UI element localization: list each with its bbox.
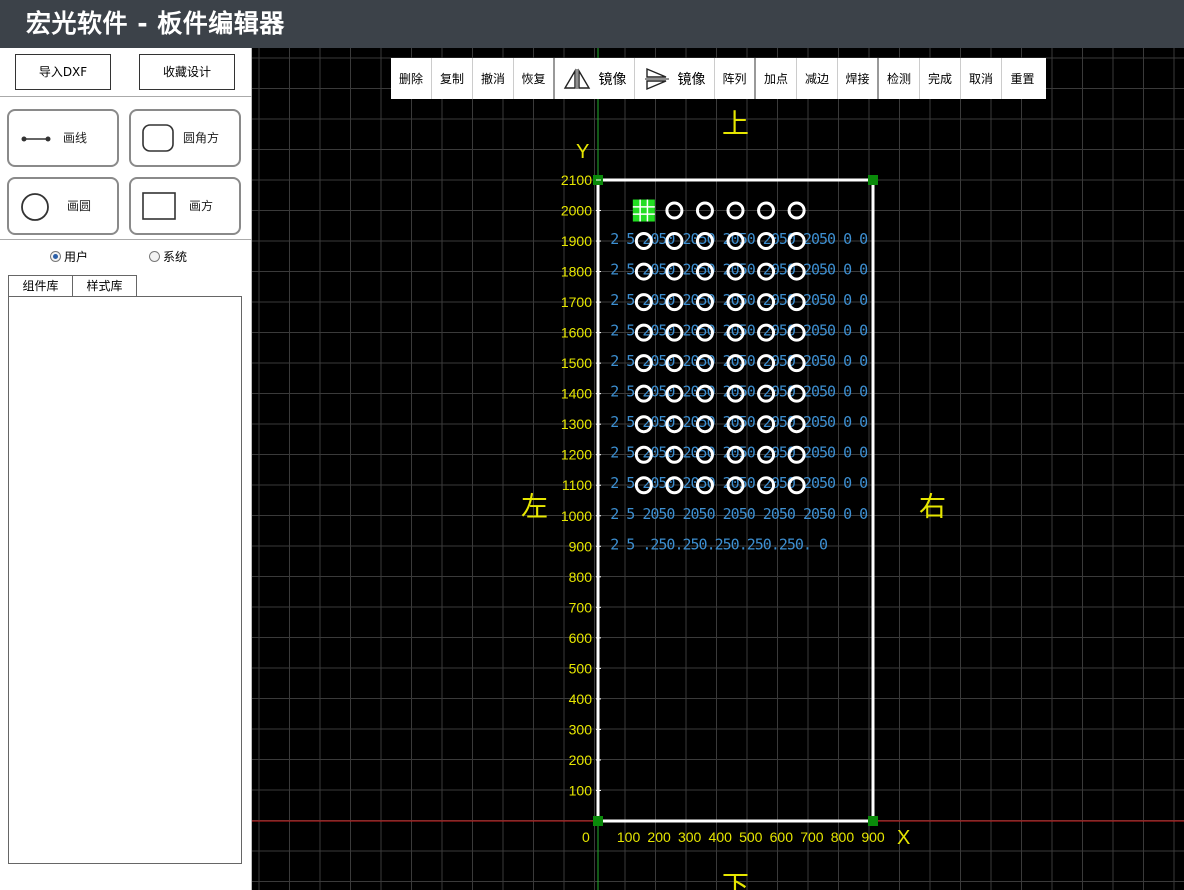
- corner-handle[interactable]: [868, 175, 878, 185]
- corner-handle[interactable]: [868, 816, 878, 826]
- x-tick-label: 600: [770, 829, 794, 845]
- delete-button[interactable]: 删除: [391, 58, 432, 99]
- draw-line-button[interactable]: 画线: [7, 109, 119, 167]
- copy-button[interactable]: 复制: [432, 58, 473, 99]
- y-tick-label: 1300: [561, 416, 592, 432]
- y-tick-label: 1700: [561, 294, 592, 310]
- draw-rect-button[interactable]: 画方: [129, 177, 241, 235]
- scope-user-label: 用户: [64, 250, 89, 264]
- cancel-button[interactable]: 取消: [961, 58, 1002, 99]
- array-button[interactable]: 阵列: [715, 58, 756, 99]
- reset-button[interactable]: 重置: [1002, 58, 1043, 99]
- drawing-canvas[interactable]: 100 200 300 400 500 600 700 800 900 1000 1100 1200 1…: [252, 48, 1184, 890]
- x-tick-label: 900: [861, 829, 885, 845]
- direction-left-label: 左: [521, 492, 548, 523]
- direction-top-label: 上: [722, 109, 749, 140]
- scope-radio-system[interactable]: 系统: [149, 248, 187, 266]
- radio-selected-icon: [50, 251, 61, 262]
- divider: [0, 96, 252, 97]
- x-tick-label: 700: [800, 829, 824, 845]
- y-tick-label: 200: [569, 752, 593, 768]
- selected-hole[interactable]: [632, 199, 655, 222]
- library-list[interactable]: [8, 296, 242, 864]
- y-tick-label: 100: [569, 782, 593, 798]
- x-tick-label: 400: [709, 829, 733, 845]
- x-tick-label: 300: [678, 829, 702, 845]
- tab-style-library[interactable]: 样式库: [72, 275, 137, 297]
- direction-right-label: 右: [919, 492, 946, 523]
- mirror-horizontal-button[interactable]: 镜像: [555, 58, 635, 99]
- scope-radio-user[interactable]: 用户: [50, 248, 88, 266]
- x-axis-label: X: [897, 827, 910, 849]
- import-dxf-button[interactable]: 导入DXF: [15, 54, 111, 90]
- dimension-text: 2 5 .250.250.250.250.250. 0: [610, 535, 828, 553]
- draw-circle-label: 画圆: [67, 199, 92, 213]
- direction-bottom-label: 下: [722, 871, 749, 890]
- rounded-rect-icon: [142, 124, 174, 152]
- draw-rect-label: 画方: [189, 199, 214, 213]
- line-icon: [21, 136, 51, 142]
- corner-handle[interactable]: [593, 816, 603, 826]
- window-title: 宏光软件 - 板件编辑器: [0, 0, 1184, 48]
- y-axis-label: Y: [576, 141, 589, 163]
- y-tick-label: 2100: [561, 172, 592, 188]
- y-tick-label: 700: [569, 599, 593, 615]
- dimension-text: 2 5 2050 2050 2050 2050 2050 0 0: [610, 505, 868, 523]
- add-point-button[interactable]: 加点: [756, 58, 797, 99]
- x-tick-label: 800: [831, 829, 855, 845]
- draw-rounded-rect-label: 圆角方: [183, 131, 220, 145]
- mirror-vertical-label: 镜像: [677, 71, 706, 88]
- cad-drawing[interactable]: 1002003004005006007008009001000110012001…: [252, 48, 1184, 890]
- edit-toolbar: 删除 复制 撤消 恢复 镜像 镜像 阵列 加点 减边 焊接 检测 完成 取消 重…: [391, 58, 1046, 99]
- x-tick-label: 200: [647, 829, 671, 845]
- y-tick-label: 1100: [562, 477, 592, 493]
- circle-icon: [21, 193, 49, 221]
- y-tick-label: 1400: [561, 386, 592, 402]
- finish-button[interactable]: 完成: [920, 58, 961, 99]
- y-tick-label: 2000: [561, 203, 592, 219]
- y-tick-label: 400: [569, 691, 593, 707]
- y-tick-label: 800: [569, 569, 593, 585]
- y-tick-label: 500: [569, 660, 593, 676]
- y-tick-label: 1200: [561, 447, 592, 463]
- y-tick-label: 1500: [561, 355, 592, 371]
- mirror-horizontal-label: 镜像: [598, 71, 627, 88]
- radio-unselected-icon: [149, 251, 160, 262]
- scope-system-label: 系统: [163, 250, 188, 264]
- x-tick-label: 100: [617, 829, 641, 845]
- mirror-vertical-button[interactable]: 镜像: [635, 58, 715, 99]
- y-tick-label: 1800: [561, 264, 592, 280]
- draw-rounded-rect-button[interactable]: 圆角方: [129, 109, 241, 167]
- draw-line-label: 画线: [63, 131, 88, 145]
- check-button[interactable]: 检测: [879, 58, 920, 99]
- y-tick-label: 600: [569, 630, 593, 646]
- remove-edge-button[interactable]: 减边: [797, 58, 838, 99]
- y-tick-label: 1900: [561, 233, 592, 249]
- mirror-horizontal-icon: [563, 67, 590, 89]
- favorite-design-button[interactable]: 收藏设计: [139, 54, 235, 90]
- divider: [0, 239, 252, 240]
- y-tick-label: 900: [569, 538, 593, 554]
- y-tick-label: 300: [569, 721, 593, 737]
- x-tick-label: 500: [739, 829, 763, 845]
- redo-button[interactable]: 恢复: [514, 58, 555, 99]
- origin-label: 0: [582, 829, 590, 845]
- draw-circle-button[interactable]: 画圆: [7, 177, 119, 235]
- left-panel: 导入DXF 收藏设计 画线 圆角方 画圆 画方 用户 系统 组件库 样式库: [0, 48, 252, 890]
- y-tick-label: 1600: [561, 325, 592, 341]
- weld-button[interactable]: 焊接: [838, 58, 879, 99]
- undo-button[interactable]: 撤消: [473, 58, 514, 99]
- rect-icon: [142, 192, 176, 220]
- tab-component-library[interactable]: 组件库: [8, 275, 73, 297]
- y-tick-label: 1000: [561, 508, 592, 524]
- mirror-vertical-icon: [644, 67, 669, 90]
